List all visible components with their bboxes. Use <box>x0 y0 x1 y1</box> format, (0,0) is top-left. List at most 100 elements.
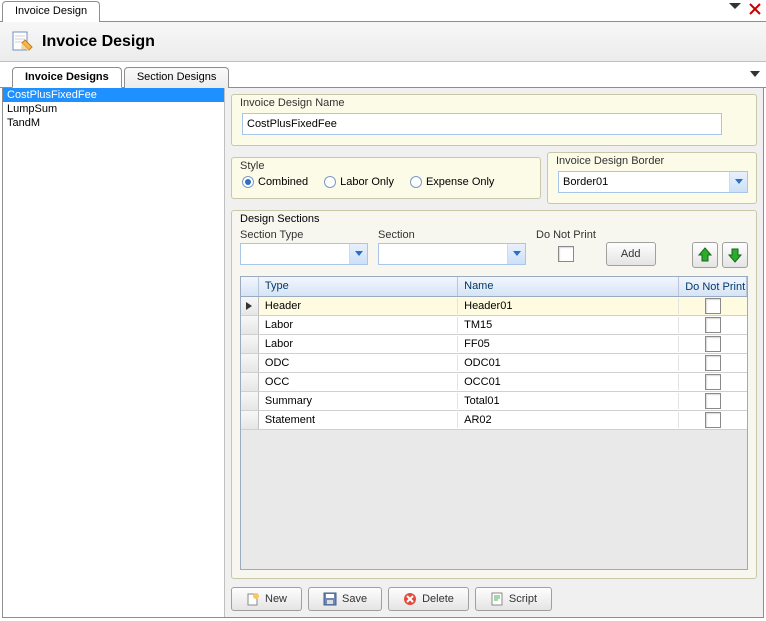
window-tab-label: Invoice Design <box>15 5 87 17</box>
dnp-label: Do Not Print <box>536 229 596 241</box>
save-icon <box>323 592 337 606</box>
name-panel-legend: Invoice Design Name <box>240 97 345 109</box>
chevron-down-icon <box>729 172 747 192</box>
button-label: Delete <box>422 593 454 605</box>
dnp-row-checkbox[interactable] <box>705 393 721 409</box>
cell-name: Header01 <box>458 298 679 314</box>
table-row[interactable]: OCCOCC01 <box>241 373 747 392</box>
dnp-row-checkbox[interactable] <box>705 355 721 371</box>
dnp-row-checkbox[interactable] <box>705 374 721 390</box>
style-panel: Style Combined Labor Only Expense Only <box>231 157 541 199</box>
row-handle[interactable] <box>241 297 259 315</box>
col-header-type[interactable]: Type <box>259 277 458 296</box>
table-row[interactable]: LaborTM15 <box>241 316 747 335</box>
cell-dnp <box>679 334 747 354</box>
chevron-down-icon <box>507 244 525 264</box>
cell-type: Labor <box>259 336 458 352</box>
page-title-header: Invoice Design <box>0 22 766 62</box>
radio-icon <box>324 176 336 188</box>
sidebar-item[interactable]: LumpSum <box>3 102 224 116</box>
design-sections-legend: Design Sections <box>240 213 320 225</box>
tab-section-designs[interactable]: Section Designs <box>124 67 230 88</box>
radio-label: Combined <box>258 176 308 188</box>
button-label: Script <box>509 593 537 605</box>
style-radio-combined[interactable]: Combined <box>242 176 308 188</box>
delete-icon <box>403 592 417 606</box>
cell-dnp <box>679 410 747 430</box>
button-label: Save <box>342 593 367 605</box>
script-icon <box>490 592 504 606</box>
grid-header-row: Type Name Do Not Print <box>241 277 747 297</box>
window-minimize-button[interactable] <box>728 2 742 16</box>
sections-grid: Type Name Do Not Print HeaderHeader01Lab… <box>240 276 748 570</box>
sidebar-item[interactable]: TandM <box>3 116 224 130</box>
row-handle[interactable] <box>241 392 259 410</box>
border-combo[interactable]: Border01 <box>558 171 748 193</box>
table-row[interactable]: HeaderHeader01 <box>241 297 747 316</box>
radio-label: Expense Only <box>426 176 494 188</box>
radio-label: Labor Only <box>340 176 394 188</box>
cell-dnp <box>679 296 747 316</box>
button-label: New <box>265 593 287 605</box>
section-type-combo[interactable] <box>240 243 368 265</box>
tab-label: Invoice Designs <box>25 71 109 83</box>
cell-type: ODC <box>259 355 458 371</box>
sidebar-item[interactable]: CostPlusFixedFee <box>3 88 224 102</box>
cell-name: Total01 <box>458 393 679 409</box>
inner-tab-strip: Invoice Designs Section Designs <box>0 66 766 88</box>
add-button[interactable]: Add <box>606 242 656 266</box>
table-row[interactable]: SummaryTotal01 <box>241 392 747 411</box>
col-header-name[interactable]: Name <box>458 277 679 296</box>
table-row[interactable]: ODCODC01 <box>241 354 747 373</box>
row-handle[interactable] <box>241 354 259 372</box>
page-title: Invoice Design <box>42 33 155 51</box>
cell-type: Summary <box>259 393 458 409</box>
window-tab-invoice-design[interactable]: Invoice Design <box>2 1 100 22</box>
design-name-input[interactable] <box>242 113 722 135</box>
invoice-design-icon <box>10 30 34 54</box>
script-button[interactable]: Script <box>475 587 552 611</box>
combo-value: Border01 <box>563 176 608 188</box>
cell-dnp <box>679 353 747 373</box>
tab-invoice-designs[interactable]: Invoice Designs <box>12 67 122 88</box>
style-radio-expense-only[interactable]: Expense Only <box>410 176 494 188</box>
row-handle[interactable] <box>241 316 259 334</box>
move-up-button[interactable] <box>692 242 718 268</box>
radio-icon <box>410 176 422 188</box>
section-combo[interactable] <box>378 243 526 265</box>
button-label: Add <box>621 248 641 260</box>
design-list[interactable]: CostPlusFixedFeeLumpSumTandM <box>3 88 225 617</box>
style-radio-labor-only[interactable]: Labor Only <box>324 176 394 188</box>
col-header-dnp[interactable]: Do Not Print <box>679 277 747 296</box>
cell-name: ODC01 <box>458 355 679 371</box>
design-sections-panel: Design Sections Section Type Section <box>231 210 757 579</box>
section-label: Section <box>378 229 526 241</box>
row-handle[interactable] <box>241 373 259 391</box>
cell-type: Header <box>259 298 458 314</box>
section-type-label: Section Type <box>240 229 368 241</box>
move-down-button[interactable] <box>722 242 748 268</box>
cell-dnp <box>679 315 747 335</box>
new-button[interactable]: New <box>231 587 302 611</box>
delete-button[interactable]: Delete <box>388 587 469 611</box>
row-handle[interactable] <box>241 411 259 429</box>
dnp-row-checkbox[interactable] <box>705 336 721 352</box>
table-row[interactable]: StatementAR02 <box>241 411 747 430</box>
window-close-button[interactable] <box>748 2 762 16</box>
row-handle[interactable] <box>241 335 259 353</box>
cell-name: OCC01 <box>458 374 679 390</box>
dnp-row-checkbox[interactable] <box>705 298 721 314</box>
tab-overflow-menu[interactable] <box>750 69 760 79</box>
table-row[interactable]: LaborFF05 <box>241 335 747 354</box>
arrow-up-icon <box>697 247 713 263</box>
dnp-row-checkbox[interactable] <box>705 412 721 428</box>
arrow-down-icon <box>727 247 743 263</box>
dnp-checkbox[interactable] <box>558 246 574 262</box>
dnp-row-checkbox[interactable] <box>705 317 721 333</box>
new-icon <box>246 592 260 606</box>
cell-dnp <box>679 372 747 392</box>
name-panel: Invoice Design Name <box>231 94 757 146</box>
radio-icon <box>242 176 254 188</box>
save-button[interactable]: Save <box>308 587 382 611</box>
tab-label: Section Designs <box>137 71 217 83</box>
